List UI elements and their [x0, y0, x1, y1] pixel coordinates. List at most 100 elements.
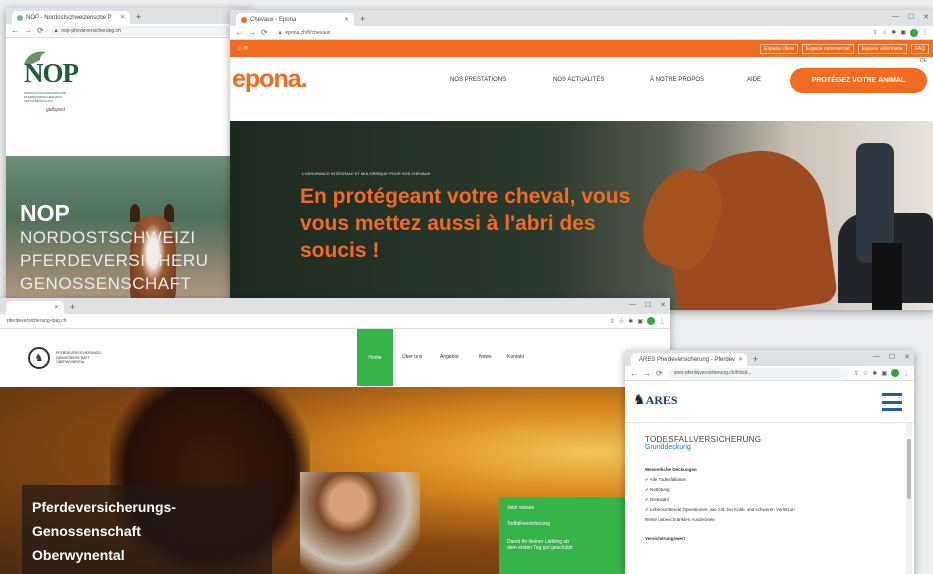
- close-tab-icon[interactable]: ✕: [738, 356, 743, 363]
- nop-hero: NOP NORDOSTSCHWEIZI PFERDEVERSICHERU GEN…: [6, 156, 252, 308]
- extensions-icon[interactable]: ✱: [628, 318, 633, 325]
- favicon-icon: [17, 14, 23, 21]
- top-link-faq[interactable]: FAQ: [910, 43, 929, 54]
- reload-icon[interactable]: ⟳: [261, 28, 268, 37]
- scrollbar[interactable]: [906, 423, 912, 574]
- url-field[interactable]: pferdeversicherung-oag.ch: [5, 316, 605, 326]
- maximize-icon[interactable]: ☐: [645, 301, 651, 309]
- share-icon[interactable]: ⇪: [873, 29, 878, 36]
- ober-logo[interactable]: ♞ PFERDEVERSICHERUNGS- GENOSSENSCHAFT OB…: [28, 347, 102, 369]
- minimize-icon[interactable]: —: [892, 13, 899, 21]
- cta-button[interactable]: PROTÉGEZ VOTRE ANIMAL: [790, 68, 927, 93]
- new-tab-button[interactable]: +: [64, 302, 81, 314]
- menu-icon[interactable]: ⋮: [922, 29, 928, 36]
- horse-image: [632, 142, 933, 310]
- url-field[interactable]: ares-pferdeversicherung.ch/fr/tod...: [667, 368, 849, 378]
- lang-switch[interactable]: DE: [920, 58, 927, 64]
- profile-avatar[interactable]: [910, 28, 918, 37]
- extensions-area: ⇪ ☆ ✱ ▣ ⋮: [873, 28, 928, 37]
- sidepanel-icon[interactable]: ▣: [637, 318, 643, 325]
- forward-icon[interactable]: →: [24, 26, 32, 35]
- reload-icon[interactable]: ⟳: [656, 369, 663, 378]
- minimize-icon[interactable]: —: [873, 353, 880, 361]
- forward-icon[interactable]: →: [643, 369, 651, 378]
- maximize-icon[interactable]: ☐: [889, 353, 895, 361]
- hero-headline-3: soucis !: [300, 239, 380, 262]
- new-tab-button[interactable]: +: [354, 14, 371, 26]
- menu-icon[interactable]: ⋮: [903, 370, 909, 377]
- tab-oberwynental[interactable]: ✕: [6, 301, 64, 314]
- nop-logo-script: galloped: [46, 107, 65, 113]
- hero-line-2: Genossenschaft: [32, 523, 141, 539]
- footer-heading: Versicherungswert: [645, 536, 686, 541]
- extensions-icon[interactable]: ✱: [891, 29, 896, 36]
- horse-emblem-icon: ♞: [28, 347, 50, 369]
- forward-icon[interactable]: →: [248, 28, 256, 37]
- rider-logo-icon: ♞: [633, 391, 646, 407]
- nav-angebot[interactable]: Angebot: [440, 354, 459, 360]
- nop-logo[interactable]: NOP NORDOSTSCHWEIZERISCHE PFERDEVERSICHE…: [24, 51, 84, 113]
- tab-strip: ✕ + — ☐ ✕: [0, 298, 670, 314]
- epona-logo[interactable]: epona.: [232, 65, 308, 94]
- top-link-client[interactable]: Espace client: [760, 43, 798, 54]
- new-tab-button[interactable]: +: [130, 12, 147, 24]
- minimize-icon[interactable]: —: [629, 301, 636, 309]
- epona-topbar: ⌂ ✉ Espace client Espace commercial Espa…: [230, 40, 933, 57]
- epona-nav: DE epona. NOS PRESTATIONS NOS ACTUALITÉS…: [230, 57, 933, 104]
- rider-boot: [872, 243, 902, 310]
- tab-strip: Chevaux - Epona ✕ + — ☐ ✕: [230, 10, 933, 26]
- close-tab-icon[interactable]: ✕: [344, 16, 349, 23]
- tab-title: Chevaux - Epona: [250, 16, 297, 23]
- nav-news[interactable]: News: [479, 354, 492, 360]
- sidepanel-icon[interactable]: ▣: [881, 370, 887, 377]
- nop-browser-window: NOP - Nordostschweizerische P ✕ + ← → ⟳ …: [6, 8, 252, 308]
- top-link-vet[interactable]: Espace vétérinaire: [857, 43, 907, 54]
- back-icon[interactable]: ←: [630, 369, 638, 378]
- profile-avatar[interactable]: [891, 369, 899, 377]
- nav-prestations[interactable]: NOS PRESTATIONS: [450, 77, 506, 83]
- back-icon[interactable]: ←: [11, 26, 19, 35]
- nav-home[interactable]: Home: [357, 329, 393, 386]
- nav-actualites[interactable]: NOS ACTUALITÉS: [553, 77, 604, 83]
- maximize-icon[interactable]: ☐: [908, 13, 914, 21]
- scrollbar-thumb[interactable]: [907, 439, 911, 499]
- nav-kontakt[interactable]: Kontakt: [507, 354, 524, 360]
- tab-nop[interactable]: NOP - Nordostschweizerische P ✕: [12, 11, 130, 24]
- back-icon[interactable]: ←: [235, 28, 243, 37]
- topbar-left-icons: ⌂ ✉: [238, 46, 249, 52]
- tab-epona[interactable]: Chevaux - Epona ✕: [236, 13, 354, 26]
- nop-hero-title: NOP: [20, 200, 70, 226]
- ares-logo[interactable]: ♞ ARES: [633, 391, 678, 408]
- nop-hero-line3: GENOSSENSCHAFT: [20, 274, 192, 293]
- url-field[interactable]: 🔒︎ epona.ch/fr/chevaux: [272, 27, 868, 38]
- tab-title: NOP - Nordostschweizerische P: [26, 14, 112, 21]
- hamburger-menu-icon[interactable]: [882, 393, 902, 411]
- reload-icon[interactable]: ⟳: [37, 26, 44, 35]
- menu-icon[interactable]: ⋮: [659, 318, 665, 325]
- hero-text-box: Pferdeversicherungs- Genossenschaft Ober…: [22, 485, 272, 574]
- extensions-icon[interactable]: ✱: [872, 370, 877, 377]
- sidepanel-icon[interactable]: ▣: [900, 29, 906, 36]
- star-icon[interactable]: ☆: [863, 370, 868, 377]
- top-link-commercial[interactable]: Espace commercial: [801, 43, 854, 54]
- window-controls: — ☐ ✕: [873, 353, 910, 361]
- lock-icon: 🔒︎: [278, 29, 282, 36]
- close-window-icon[interactable]: ✕: [923, 13, 929, 21]
- green-panel[interactable]: Jetzt wissen Todfallversicherung Damit I…: [499, 497, 627, 574]
- nav-aide[interactable]: AIDE: [747, 77, 761, 83]
- close-window-icon[interactable]: ✕: [660, 301, 666, 309]
- tab-ares[interactable]: ARES Pferdeversicherung - Pferdev ✕: [631, 353, 747, 366]
- close-tab-icon[interactable]: ✕: [120, 14, 125, 21]
- nav-ueber-uns[interactable]: Über uns: [402, 354, 422, 360]
- close-window-icon[interactable]: ✕: [904, 353, 910, 361]
- share-icon[interactable]: ⇪: [610, 318, 615, 325]
- nav-propos[interactable]: À NOTRE PROPOS: [650, 77, 704, 83]
- panel-title: Jetzt wissen: [507, 505, 535, 511]
- profile-avatar[interactable]: [647, 317, 655, 325]
- star-icon[interactable]: ☆: [619, 318, 624, 325]
- url-field[interactable]: 🔒︎ nop-pferdeversicherung.ch: [48, 25, 247, 36]
- star-icon[interactable]: ☆: [882, 29, 887, 36]
- new-tab-button[interactable]: +: [747, 354, 764, 366]
- close-tab-icon[interactable]: ✕: [54, 304, 59, 311]
- share-icon[interactable]: ⇪: [854, 370, 859, 377]
